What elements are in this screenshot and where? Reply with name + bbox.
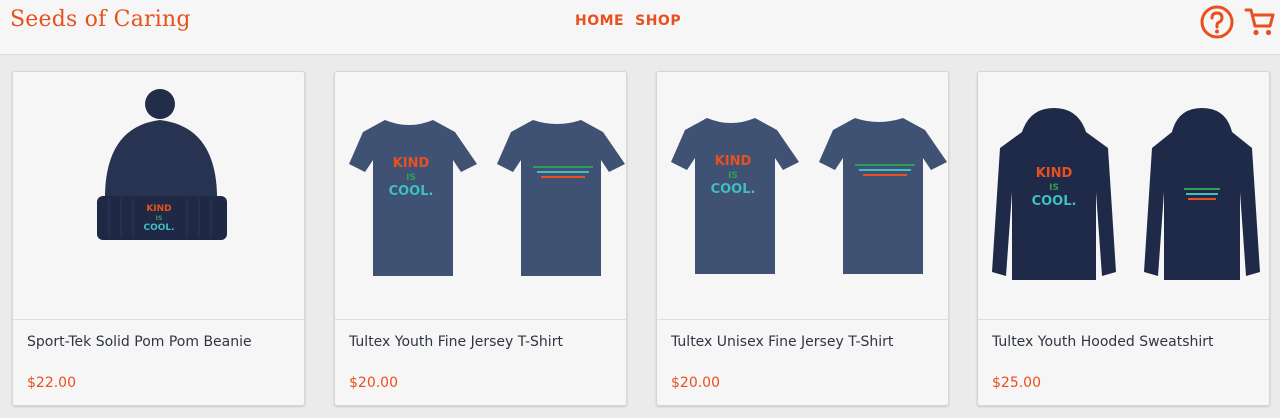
nav-shop-link[interactable]: SHOP (635, 13, 681, 29)
product-name[interactable]: Tultex Youth Hooded Sweatshirt (992, 334, 1214, 350)
product-image: KIND IS COOL. (13, 72, 304, 320)
product-name[interactable]: Sport-Tek Solid Pom Pom Beanie (27, 334, 252, 350)
cart-button[interactable] (1244, 6, 1276, 38)
product-price: $20.00 (349, 375, 398, 391)
nav-home-link[interactable]: HOME (575, 13, 624, 29)
brand-logo-link[interactable]: Seeds of Caring (10, 7, 191, 32)
print-cool: COOL. (389, 184, 434, 199)
top-navigation-bar: Seeds of Caring HOME SHOP (0, 0, 1280, 55)
product-card-hoodie[interactable]: KIND IS COOL. Tultex Youth Hooded Sweats… (977, 71, 1270, 406)
product-name[interactable]: Tultex Youth Fine Jersey T-Shirt (349, 334, 563, 350)
print-kind: KIND (393, 156, 430, 171)
product-card-beanie[interactable]: KIND IS COOL. Sport-Tek Solid Pom Pom Be… (12, 71, 305, 406)
shopping-cart-icon (1244, 8, 1275, 36)
print-is: IS (1049, 183, 1059, 193)
hoodie-front-back-image: KIND IS COOL. (992, 108, 1260, 280)
print-is: IS (406, 173, 416, 183)
print-cool: COOL. (711, 182, 756, 197)
main-nav: HOME SHOP (575, 13, 681, 29)
print-kind: KIND (146, 204, 171, 214)
product-image: KIND IS COOL. (978, 72, 1269, 320)
print-kind: KIND (1036, 166, 1073, 181)
product-name[interactable]: Tultex Unisex Fine Jersey T-Shirt (671, 334, 893, 350)
product-image: KIND IS COOL. (657, 72, 948, 320)
product-card-unisex-tshirt[interactable]: KIND IS COOL. Tultex Unisex Fine Jersey … (656, 71, 949, 406)
print-is: IS (155, 214, 162, 222)
help-button[interactable] (1199, 4, 1235, 40)
product-price: $22.00 (27, 375, 76, 391)
tshirt-front-back-image: KIND IS COOL. (349, 120, 625, 276)
product-price: $25.00 (992, 375, 1041, 391)
tshirt-front-back-image: KIND IS COOL. (671, 118, 947, 274)
print-cool: COOL. (1032, 194, 1077, 209)
product-price: $20.00 (671, 375, 720, 391)
beanie-image: KIND IS COOL. (97, 89, 227, 240)
print-is: IS (728, 171, 738, 181)
product-image: KIND IS COOL. (335, 72, 626, 320)
print-kind: KIND (715, 154, 752, 169)
product-card-youth-tshirt[interactable]: KIND IS COOL. Tultex Youth Fine Jersey T… (334, 71, 627, 406)
help-circle-icon (1200, 5, 1234, 39)
print-cool: COOL. (143, 223, 174, 233)
